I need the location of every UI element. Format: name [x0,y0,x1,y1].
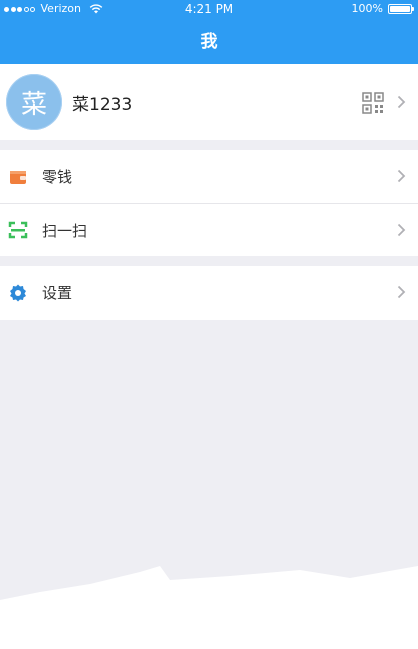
menu-label-scan: 扫一扫 [42,221,88,240]
chevron-right-icon [397,285,406,299]
qr-code-icon[interactable] [362,92,384,114]
status-right: 100% [351,0,414,18]
page-title: 我 [200,32,218,52]
status-bar: Verizon 4:21 PM 100% [0,0,418,18]
menu-item-settings[interactable]: 设置 [0,266,418,319]
menu-group-1: 零钱 扫一扫 [0,150,418,256]
menu-group-2: 设置 [0,266,418,320]
gear-icon [10,284,26,301]
menu-item-scan[interactable]: 扫一扫 [0,203,418,256]
avatar[interactable]: 菜 [6,74,62,130]
menu-label-settings: 设置 [42,284,73,302]
chevron-right-icon [397,223,406,237]
nav-bar: Verizon 4:21 PM 100% 我 [0,0,418,64]
username: 菜1233 [72,94,133,115]
scan-icon [8,221,28,239]
me-screen: Verizon 4:21 PM 100% 我 菜 菜1233 零钱 扫一扫 设置 [0,0,418,649]
battery-icon [388,4,414,14]
chevron-right-icon [397,95,406,109]
battery-percent: 100% [351,2,383,15]
menu-item-wallet[interactable]: 零钱 [0,150,418,203]
chevron-right-icon [397,169,406,183]
profile-row[interactable]: 菜 菜1233 [0,64,418,140]
wallet-icon [10,170,26,184]
menu-label-wallet: 零钱 [42,168,73,186]
